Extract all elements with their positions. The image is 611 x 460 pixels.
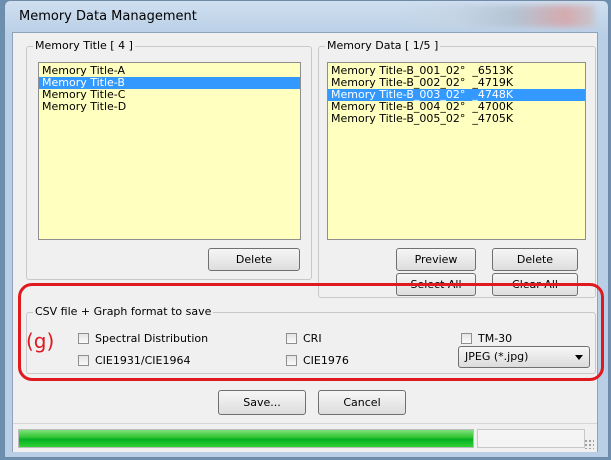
window-title: Memory Data Management [19,9,197,24]
checkbox-box[interactable] [78,332,89,344]
checkbox-box[interactable] [286,332,297,344]
memory-title-item[interactable]: Memory Title-D [39,101,300,113]
spectral-distribution-checkbox[interactable]: Spectral Distribution [78,331,208,345]
cie1976-label: CIE1976 [303,353,349,367]
progress-bar [18,429,474,448]
graph-format-value: JPEG (*.jpg) [465,350,529,363]
cie1931-checkbox[interactable]: CIE1931/CIE1964 [78,353,190,367]
cancel-button[interactable]: Cancel [318,390,406,415]
tm30-checkbox[interactable]: TM-30 [461,331,512,345]
cie1976-checkbox[interactable]: CIE1976 [286,353,349,367]
tm30-label: TM-30 [478,331,513,345]
progress-bar-fill [19,430,473,447]
checkbox-box[interactable] [78,354,89,366]
resize-grip-icon[interactable] [584,439,594,449]
preview-button[interactable]: Preview [396,248,476,271]
checkbox-box[interactable] [286,354,297,366]
checkbox-box[interactable] [461,332,472,344]
cri-checkbox[interactable]: CRI [286,331,322,345]
memory-data-list[interactable]: Memory Title-B_001_02° _6513K Memory Tit… [327,62,586,240]
status-bar [13,423,597,452]
save-button[interactable]: Save... [218,390,306,415]
memory-data-delete-button[interactable]: Delete [492,248,578,271]
graph-format-select[interactable]: JPEG (*.jpg) [458,346,590,368]
cri-label: CRI [303,331,322,345]
chevron-down-icon[interactable] [575,355,583,360]
status-panel [477,429,585,448]
memory-data-item[interactable]: Memory Title-B_005_02° _4705K [328,113,585,125]
annotation-g-label: (g) [26,329,55,353]
memory-title-list[interactable]: Memory Title-A Memory Title-B Memory Tit… [38,62,301,240]
memory-title-delete-button[interactable]: Delete [208,248,300,271]
cie1931-label: CIE1931/CIE1964 [95,353,191,367]
spectral-distribution-label: Spectral Distribution [95,331,209,345]
titlebar-blurred-area [395,5,595,27]
memory-title-group-label: Memory Title [ 4 ] [33,39,135,53]
memory-data-group-label: Memory Data [ 1/5 ] [325,39,441,53]
